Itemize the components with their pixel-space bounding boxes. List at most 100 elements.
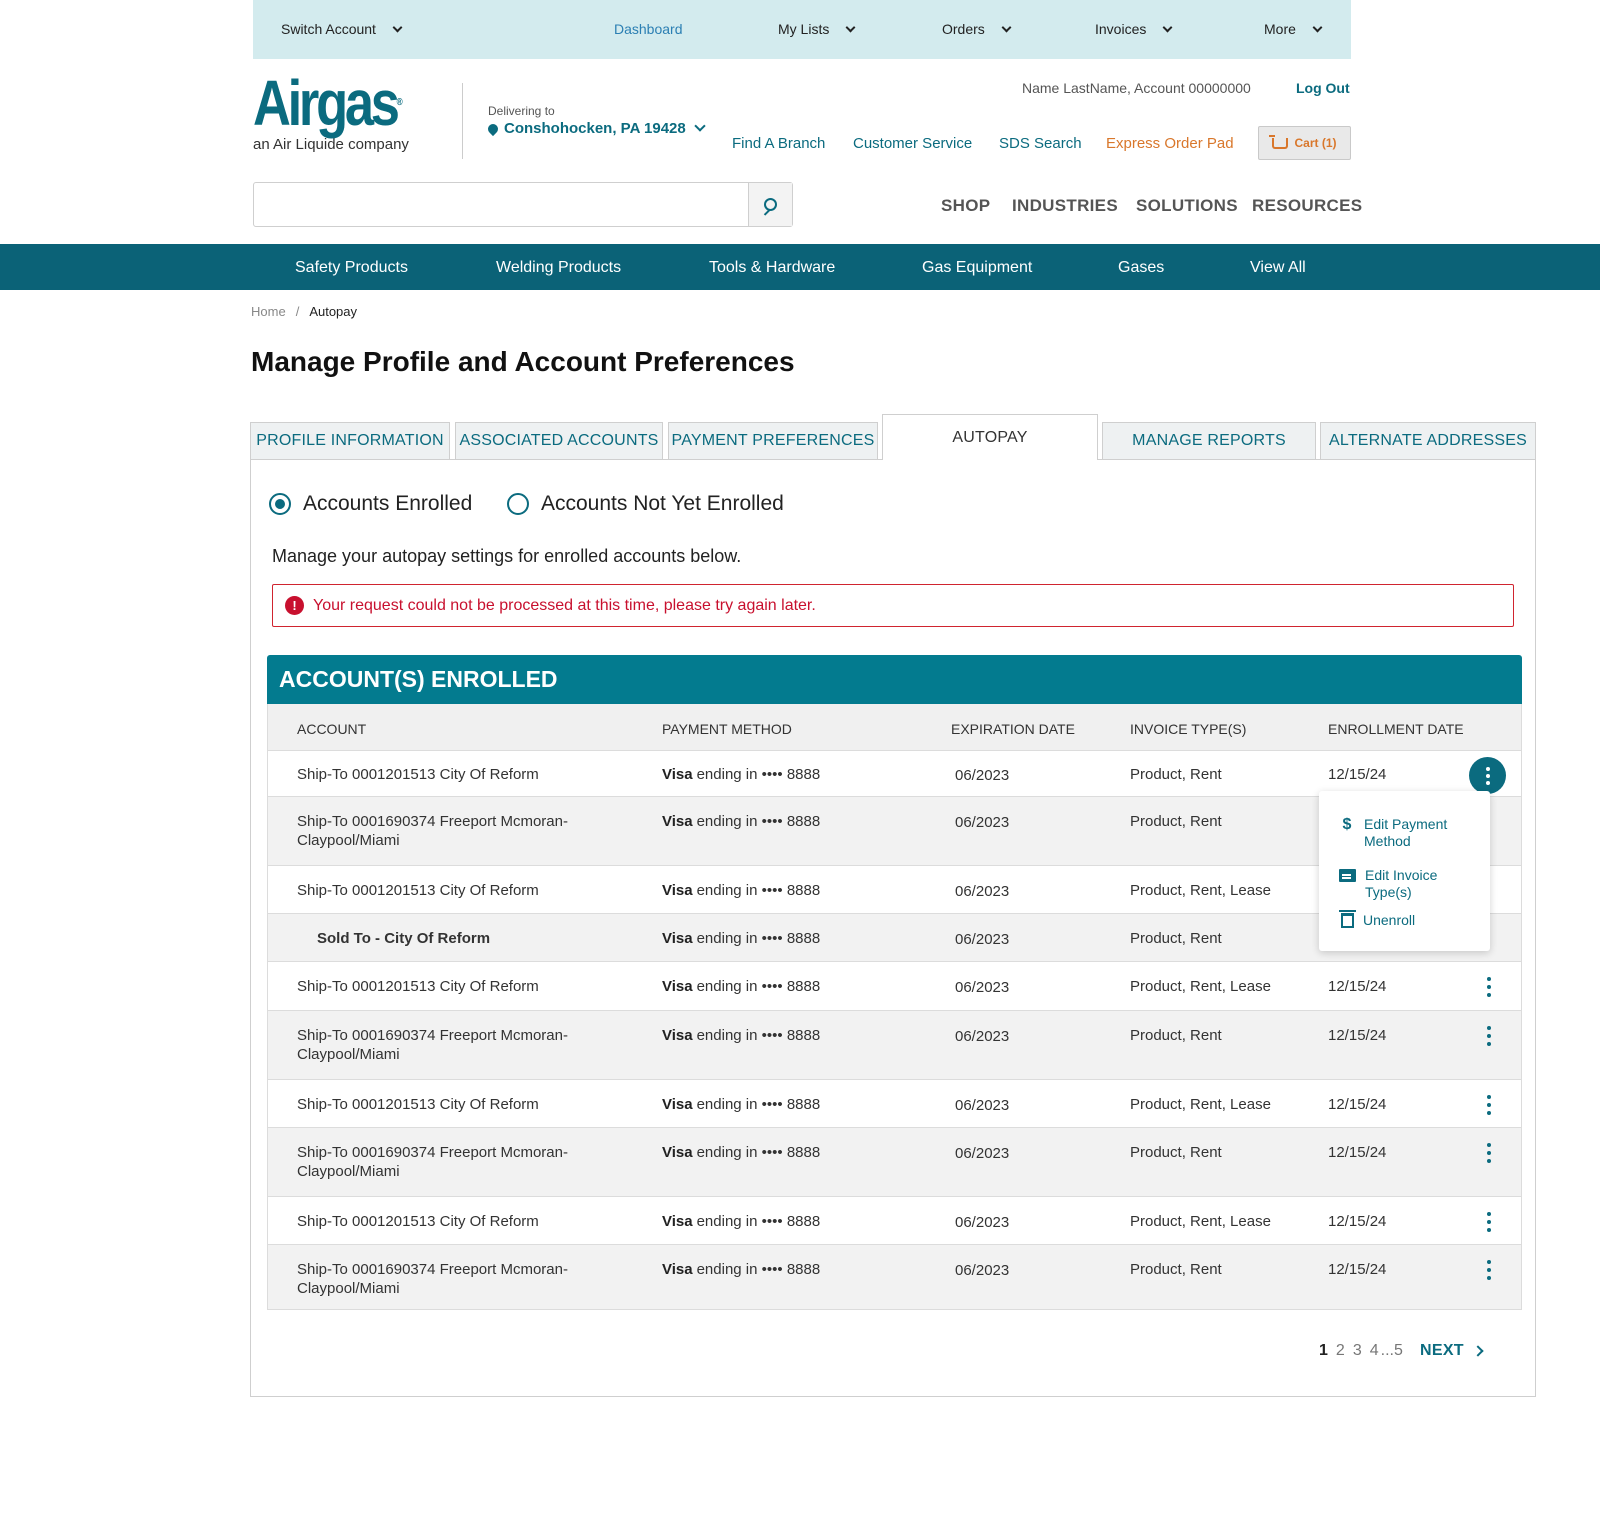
page-4[interactable]: 4 [1370,1342,1379,1360]
radio-accounts-not-enrolled[interactable]: Accounts Not Yet Enrolled [507,492,784,516]
cell-expiration-date: 06/2023 [955,766,1010,784]
dollar-icon: $ [1342,816,1352,833]
sds-search-link[interactable]: SDS Search [999,135,1082,152]
category-tools-hardware[interactable]: Tools & Hardware [709,259,835,277]
card-brand: Visa [662,1027,693,1044]
dot [1487,1227,1491,1232]
card-brand: Visa [662,765,693,783]
chevron-down-icon [1312,22,1323,32]
tab-profile-information[interactable]: PROFILE INFORMATION [250,422,450,459]
category-view-all[interactable]: View All [1250,259,1306,277]
menu-edit-payment-label: Edit Payment Method [1364,816,1448,849]
menu-edit-payment-method[interactable]: $ Edit Payment Method [1339,816,1464,850]
radio-not-enrolled-label: Accounts Not Yet Enrolled [541,492,784,515]
cell-expiration-date: 06/2023 [955,1096,1010,1114]
cell-account: Ship-To 0001690374 Freeport Mcmoran-Clay… [297,813,568,849]
cell-enrollment-date: 12/15/24 [1328,1212,1387,1230]
search-button[interactable] [748,183,792,226]
page-3[interactable]: 3 [1353,1342,1362,1360]
menu-unenroll[interactable]: Unenroll [1339,910,1416,929]
dashboard-link[interactable]: Dashboard [614,21,683,37]
cell-enrollment-date: 12/15/24 [1328,1027,1387,1044]
error-alert: ! Your request could not be processed at… [272,584,1514,627]
table-row: Ship-To 0001690374 Freeport Mcmoran-Clay… [267,1245,1522,1310]
invoices-menu[interactable]: Invoices [1095,21,1173,37]
my-lists-menu[interactable]: My Lists [778,21,856,37]
find-branch-link[interactable]: Find A Branch [732,135,825,152]
cell-enrollment-date: 12/15/24 [1328,1095,1387,1113]
row-actions-button[interactable] [1479,1140,1499,1166]
logo-text: Airgas [253,67,400,139]
row-actions-button[interactable] [1479,974,1499,1000]
radio-enrolled-label: Accounts Enrolled [303,492,473,515]
cell-account: Ship-To 0001201513 City Of Reform [297,881,539,899]
card-suffix: ending in •••• 8888 [696,1212,821,1230]
log-out-link[interactable]: Log Out [1296,80,1350,96]
row-actions-button[interactable] [1479,1257,1499,1283]
orders-menu[interactable]: Orders [942,21,1012,37]
cart-button[interactable]: Cart (1) [1258,126,1351,160]
row-actions-button[interactable] [1479,1209,1499,1235]
next-page-button[interactable]: NEXT [1420,1342,1484,1360]
cell-payment-method: Visa ending in •••• 8888 [662,765,820,784]
table-row: Ship-To 0001201513 City Of Reform Visa end… [267,1080,1522,1128]
search-input[interactable] [254,183,748,226]
cell-invoice-types: Product, Rent [1130,929,1222,947]
customer-service-link[interactable]: Customer Service [853,135,972,152]
cell-enrollment-date: 12/15/24 [1328,1144,1387,1161]
cell-expiration-date: 06/2023 [955,930,1010,948]
cell-expiration-date: 06/2023 [955,1262,1010,1279]
chevron-right-icon [1472,1345,1484,1357]
cell-expiration-date: 06/2023 [955,979,1010,996]
cell-expiration-date: 06/2023 [955,1028,1010,1045]
category-gases[interactable]: Gases [1118,259,1164,277]
more-menu[interactable]: More [1264,21,1323,37]
cell-account: Sold To - City Of Reform [317,929,491,947]
row-actions-button[interactable] [1479,1023,1499,1049]
cell-account: Ship-To 0001690374 Freeport Mcmoran-Clay… [297,1144,568,1180]
header-payment-method: PAYMENT METHOD [662,721,792,737]
nav-solutions[interactable]: SOLUTIONS [1136,196,1238,216]
cell-expiration-date: 06/2023 [955,882,1010,900]
chevron-down-icon [1001,22,1012,32]
menu-edit-invoice-types[interactable]: Edit Invoice Type(s) [1339,867,1465,901]
tab-associated-accounts[interactable]: ASSOCIATED ACCOUNTS [455,422,663,459]
nav-resources[interactable]: RESOURCES [1252,196,1362,216]
tab-manage-reports[interactable]: MANAGE REPORTS [1102,422,1316,459]
cart-label: Cart (1) [1294,136,1337,150]
tab-payment-preferences[interactable]: PAYMENT PREFERENCES [668,422,878,459]
radio-accounts-enrolled[interactable]: Accounts Enrolled [269,492,472,516]
header-divider [462,83,463,159]
breadcrumb-home[interactable]: Home [251,304,286,319]
express-order-pad-link[interactable]: Express Order Pad [1106,135,1234,152]
page-title: Manage Profile and Account Preferences [251,346,795,377]
menu-unenroll-label: Unenroll [1363,912,1416,928]
category-welding-products[interactable]: Welding Products [496,259,621,277]
switch-account-menu[interactable]: Switch Account [281,21,403,37]
breadcrumb-separator: / [295,304,300,319]
category-gas-equipment[interactable]: Gas Equipment [922,259,1032,277]
header-expiration-date: EXPIRATION DATE [951,721,1075,737]
page-2[interactable]: 2 [1336,1342,1345,1360]
card-suffix: ending in •••• 8888 [696,929,821,947]
row-actions-button-active[interactable] [1469,757,1506,794]
dot [1487,1102,1491,1107]
card-suffix: ending in •••• 8888 [696,1095,821,1113]
page-5[interactable]: ...5 [1381,1342,1403,1360]
cell-account: Ship-To 0001690374 Freeport Mcmoran-Clay… [297,1027,568,1063]
cell-payment-method: Visa ending in •••• 8888 [662,881,820,900]
tab-alternate-addresses[interactable]: ALTERNATE ADDRESSES [1320,422,1536,459]
delivery-location-selector[interactable]: Conshohocken, PA 19428 [485,120,706,137]
row-actions-button[interactable] [1479,1092,1499,1118]
nav-industries[interactable]: INDUSTRIES [1012,196,1118,216]
dot [1487,1268,1491,1272]
nav-shop[interactable]: SHOP [941,196,990,216]
tab-autopay[interactable]: AUTOPAY [882,414,1098,460]
card-suffix: ending in •••• 8888 [696,1144,821,1161]
airgas-logo[interactable]: Airgas® an Air Liquide company [253,71,436,153]
category-safety-products[interactable]: Safety Products [295,259,408,277]
page-1[interactable]: 1 [1319,1342,1328,1360]
more-label: More [1264,21,1296,37]
table-row: Ship-To 0001690374 Freeport Mcmoran-Clay… [267,1128,1522,1197]
header-account: ACCOUNT [297,721,367,737]
